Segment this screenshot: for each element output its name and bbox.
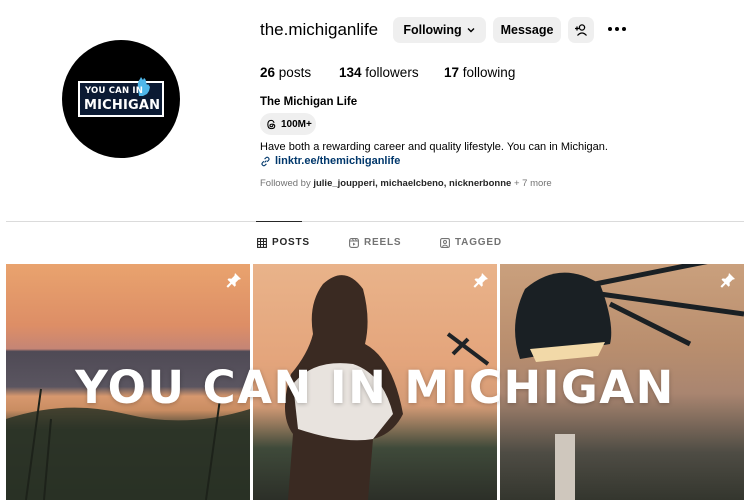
message-button-label: Message <box>500 23 554 37</box>
following-button[interactable]: Following <box>393 17 486 43</box>
message-button[interactable]: Message <box>493 17 561 43</box>
grid-overlay-headline: YOU CAN IN MICHIGAN <box>75 361 675 414</box>
reels-icon <box>349 237 359 248</box>
pin-icon <box>473 273 488 288</box>
profile-avatar[interactable]: YOU CAN IN MICHIGAN <box>62 40 180 158</box>
tab-posts[interactable]: POSTS <box>257 237 310 248</box>
active-tab-indicator <box>256 221 302 222</box>
threads-count: 100M+ <box>281 118 312 130</box>
following-button-label: Following <box>403 23 462 37</box>
pin-icon <box>226 273 241 288</box>
logo-line-1: YOU CAN IN <box>85 86 144 96</box>
followed-by-names[interactable]: julie_joupperi, michaelcbeno, nicknerbon… <box>313 178 511 189</box>
profile-link[interactable]: linktr.ee/themichiganlife <box>260 155 400 167</box>
threads-icon <box>267 119 276 129</box>
tabs-divider <box>6 221 744 222</box>
more-options-icon[interactable] <box>608 21 628 37</box>
tab-tagged-label: TAGGED <box>455 237 502 248</box>
tab-tagged[interactable]: TAGGED <box>440 237 502 248</box>
chevron-down-icon <box>467 28 475 33</box>
posts-grid: YOU CAN IN MICHIGAN <box>6 264 744 500</box>
tagged-icon <box>440 237 450 248</box>
logo-line-2: MICHIGAN <box>84 98 161 113</box>
profile-link-text: linktr.ee/themichiganlife <box>275 155 401 167</box>
posts-count: 26 posts <box>260 65 312 80</box>
add-user-icon <box>575 24 587 36</box>
threads-badge[interactable]: 100M+ <box>260 113 316 135</box>
tab-reels[interactable]: REELS <box>349 237 401 248</box>
grid-icon <box>257 237 267 248</box>
tab-posts-label: POSTS <box>272 237 310 248</box>
profile-username: the.michiganlife <box>260 20 379 39</box>
add-user-button[interactable] <box>568 17 594 43</box>
followers-count[interactable]: 134 followers <box>339 65 419 80</box>
profile-display-name: The Michigan Life <box>260 96 358 108</box>
pin-icon <box>720 273 735 288</box>
tab-reels-label: REELS <box>364 237 402 248</box>
profile-bio: Have both a rewarding career and quality… <box>260 141 608 153</box>
link-icon <box>261 156 270 166</box>
followed-by[interactable]: Followed by julie_joupperi, michaelcbeno… <box>260 178 552 189</box>
following-count[interactable]: 17 following <box>444 65 515 80</box>
you-can-in-michigan-logo: YOU CAN IN MICHIGAN <box>78 77 164 117</box>
